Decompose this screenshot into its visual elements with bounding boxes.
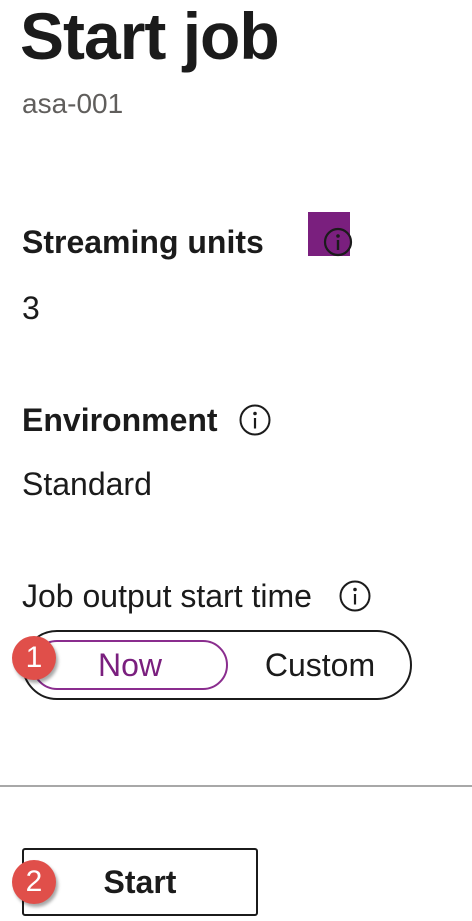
page-title: Start job	[20, 0, 280, 73]
start-time-toggle: Now Custom	[22, 630, 412, 700]
environment-value: Standard	[22, 466, 152, 502]
start-button[interactable]: Start	[22, 848, 258, 916]
streaming-units-label-row: Streaming units	[22, 222, 264, 262]
job-output-start-time-label: Job output start time	[22, 578, 312, 614]
step-2-callout: 2	[12, 860, 56, 904]
step-1-callout: 1	[12, 636, 56, 680]
job-output-start-time-info-icon[interactable]	[338, 579, 372, 613]
streaming-units-value: 3	[22, 290, 40, 326]
environment-label-row: Environment	[22, 400, 272, 440]
streaming-units-label: Streaming units	[22, 224, 264, 260]
toggle-option-now[interactable]: Now	[32, 640, 228, 690]
toggle-option-custom[interactable]: Custom	[236, 640, 404, 690]
environment-label: Environment	[22, 402, 218, 438]
job-output-start-time-label-row: Job output start time	[22, 576, 372, 616]
streaming-units-info-icon[interactable]	[322, 226, 354, 258]
divider	[0, 785, 472, 787]
start-job-panel: Start job asa-001 Streaming units 3 Envi…	[0, 0, 472, 921]
environment-info-icon[interactable]	[238, 403, 272, 437]
job-name-subtitle: asa-001	[22, 88, 124, 119]
